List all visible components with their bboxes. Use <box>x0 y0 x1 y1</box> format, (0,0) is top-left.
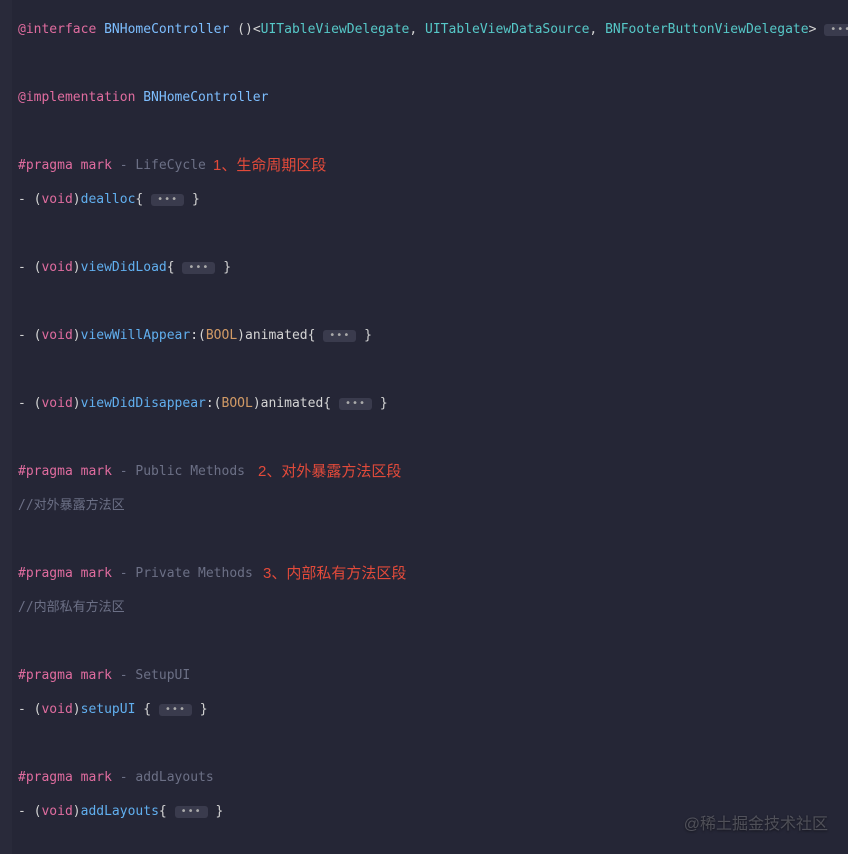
punct: ()< <box>229 22 260 37</box>
annotation-3: 3、内部私有方法区段 <box>263 565 406 582</box>
annotation-1: 1、生命周期区段 <box>213 157 326 174</box>
method-name: addLayouts <box>81 804 159 819</box>
param: animated <box>261 396 324 411</box>
method-name: viewWillAppear <box>81 328 191 343</box>
comment: //对外暴露方法区 <box>18 498 125 513</box>
code-area[interactable]: @interface BNHomeController ()<UITableVi… <box>12 0 848 854</box>
pragma-label: - LifeCycle <box>112 158 206 173</box>
method-name: viewDidLoad <box>81 260 167 275</box>
method-name: setupUI <box>81 702 136 717</box>
pragma-label: - Public Methods <box>112 464 245 479</box>
fold-ellipsis-icon[interactable]: ••• <box>323 330 356 342</box>
code-content[interactable]: @interface BNHomeController ()<UITableVi… <box>18 4 848 850</box>
type-bool: BOOL <box>206 328 237 343</box>
fold-ellipsis-icon[interactable]: ••• <box>175 806 208 818</box>
delegate-protocol: UITableViewDataSource <box>425 22 589 37</box>
punct: > <box>809 22 825 37</box>
annotation-2: 2、对外暴露方法区段 <box>258 463 401 480</box>
param: animated <box>245 328 308 343</box>
fold-ellipsis-icon[interactable]: ••• <box>182 262 215 274</box>
gutter <box>0 0 12 854</box>
at-implementation: @implementation <box>18 90 135 105</box>
pragma-label: - SetupUI <box>112 668 190 683</box>
comment: //内部私有方法区 <box>18 600 125 615</box>
type-void: void <box>41 260 72 275</box>
type-void: void <box>41 804 72 819</box>
type-bool: BOOL <box>222 396 253 411</box>
pragma: #pragma mark <box>18 770 112 785</box>
method-name: viewDidDisappear <box>81 396 206 411</box>
pragma-label: - Private Methods <box>112 566 253 581</box>
fold-ellipsis-icon[interactable]: ••• <box>151 194 184 206</box>
punct: , <box>409 22 425 37</box>
watermark: @稀土掘金技术社区 <box>684 810 828 834</box>
pragma: #pragma mark <box>18 566 112 581</box>
type-void: void <box>41 396 72 411</box>
pragma: #pragma mark <box>18 668 112 683</box>
fold-ellipsis-icon[interactable]: ••• <box>159 704 192 716</box>
class-name: BNHomeController <box>104 22 229 37</box>
type-void: void <box>41 192 72 207</box>
method-name: dealloc <box>81 192 136 207</box>
pragma-label: - addLayouts <box>112 770 214 785</box>
type-void: void <box>41 702 72 717</box>
type-void: void <box>41 328 72 343</box>
code-editor[interactable]: @interface BNHomeController ()<UITableVi… <box>0 0 848 854</box>
delegate-protocol: UITableViewDelegate <box>261 22 410 37</box>
fold-ellipsis-icon[interactable]: ••• <box>824 24 848 36</box>
punct: , <box>589 22 605 37</box>
class-name: BNHomeController <box>143 90 268 105</box>
pragma: #pragma mark <box>18 158 112 173</box>
at-interface: @interface <box>18 22 96 37</box>
delegate-protocol: BNFooterButtonViewDelegate <box>605 22 809 37</box>
pragma: #pragma mark <box>18 464 112 479</box>
fold-ellipsis-icon[interactable]: ••• <box>339 398 372 410</box>
